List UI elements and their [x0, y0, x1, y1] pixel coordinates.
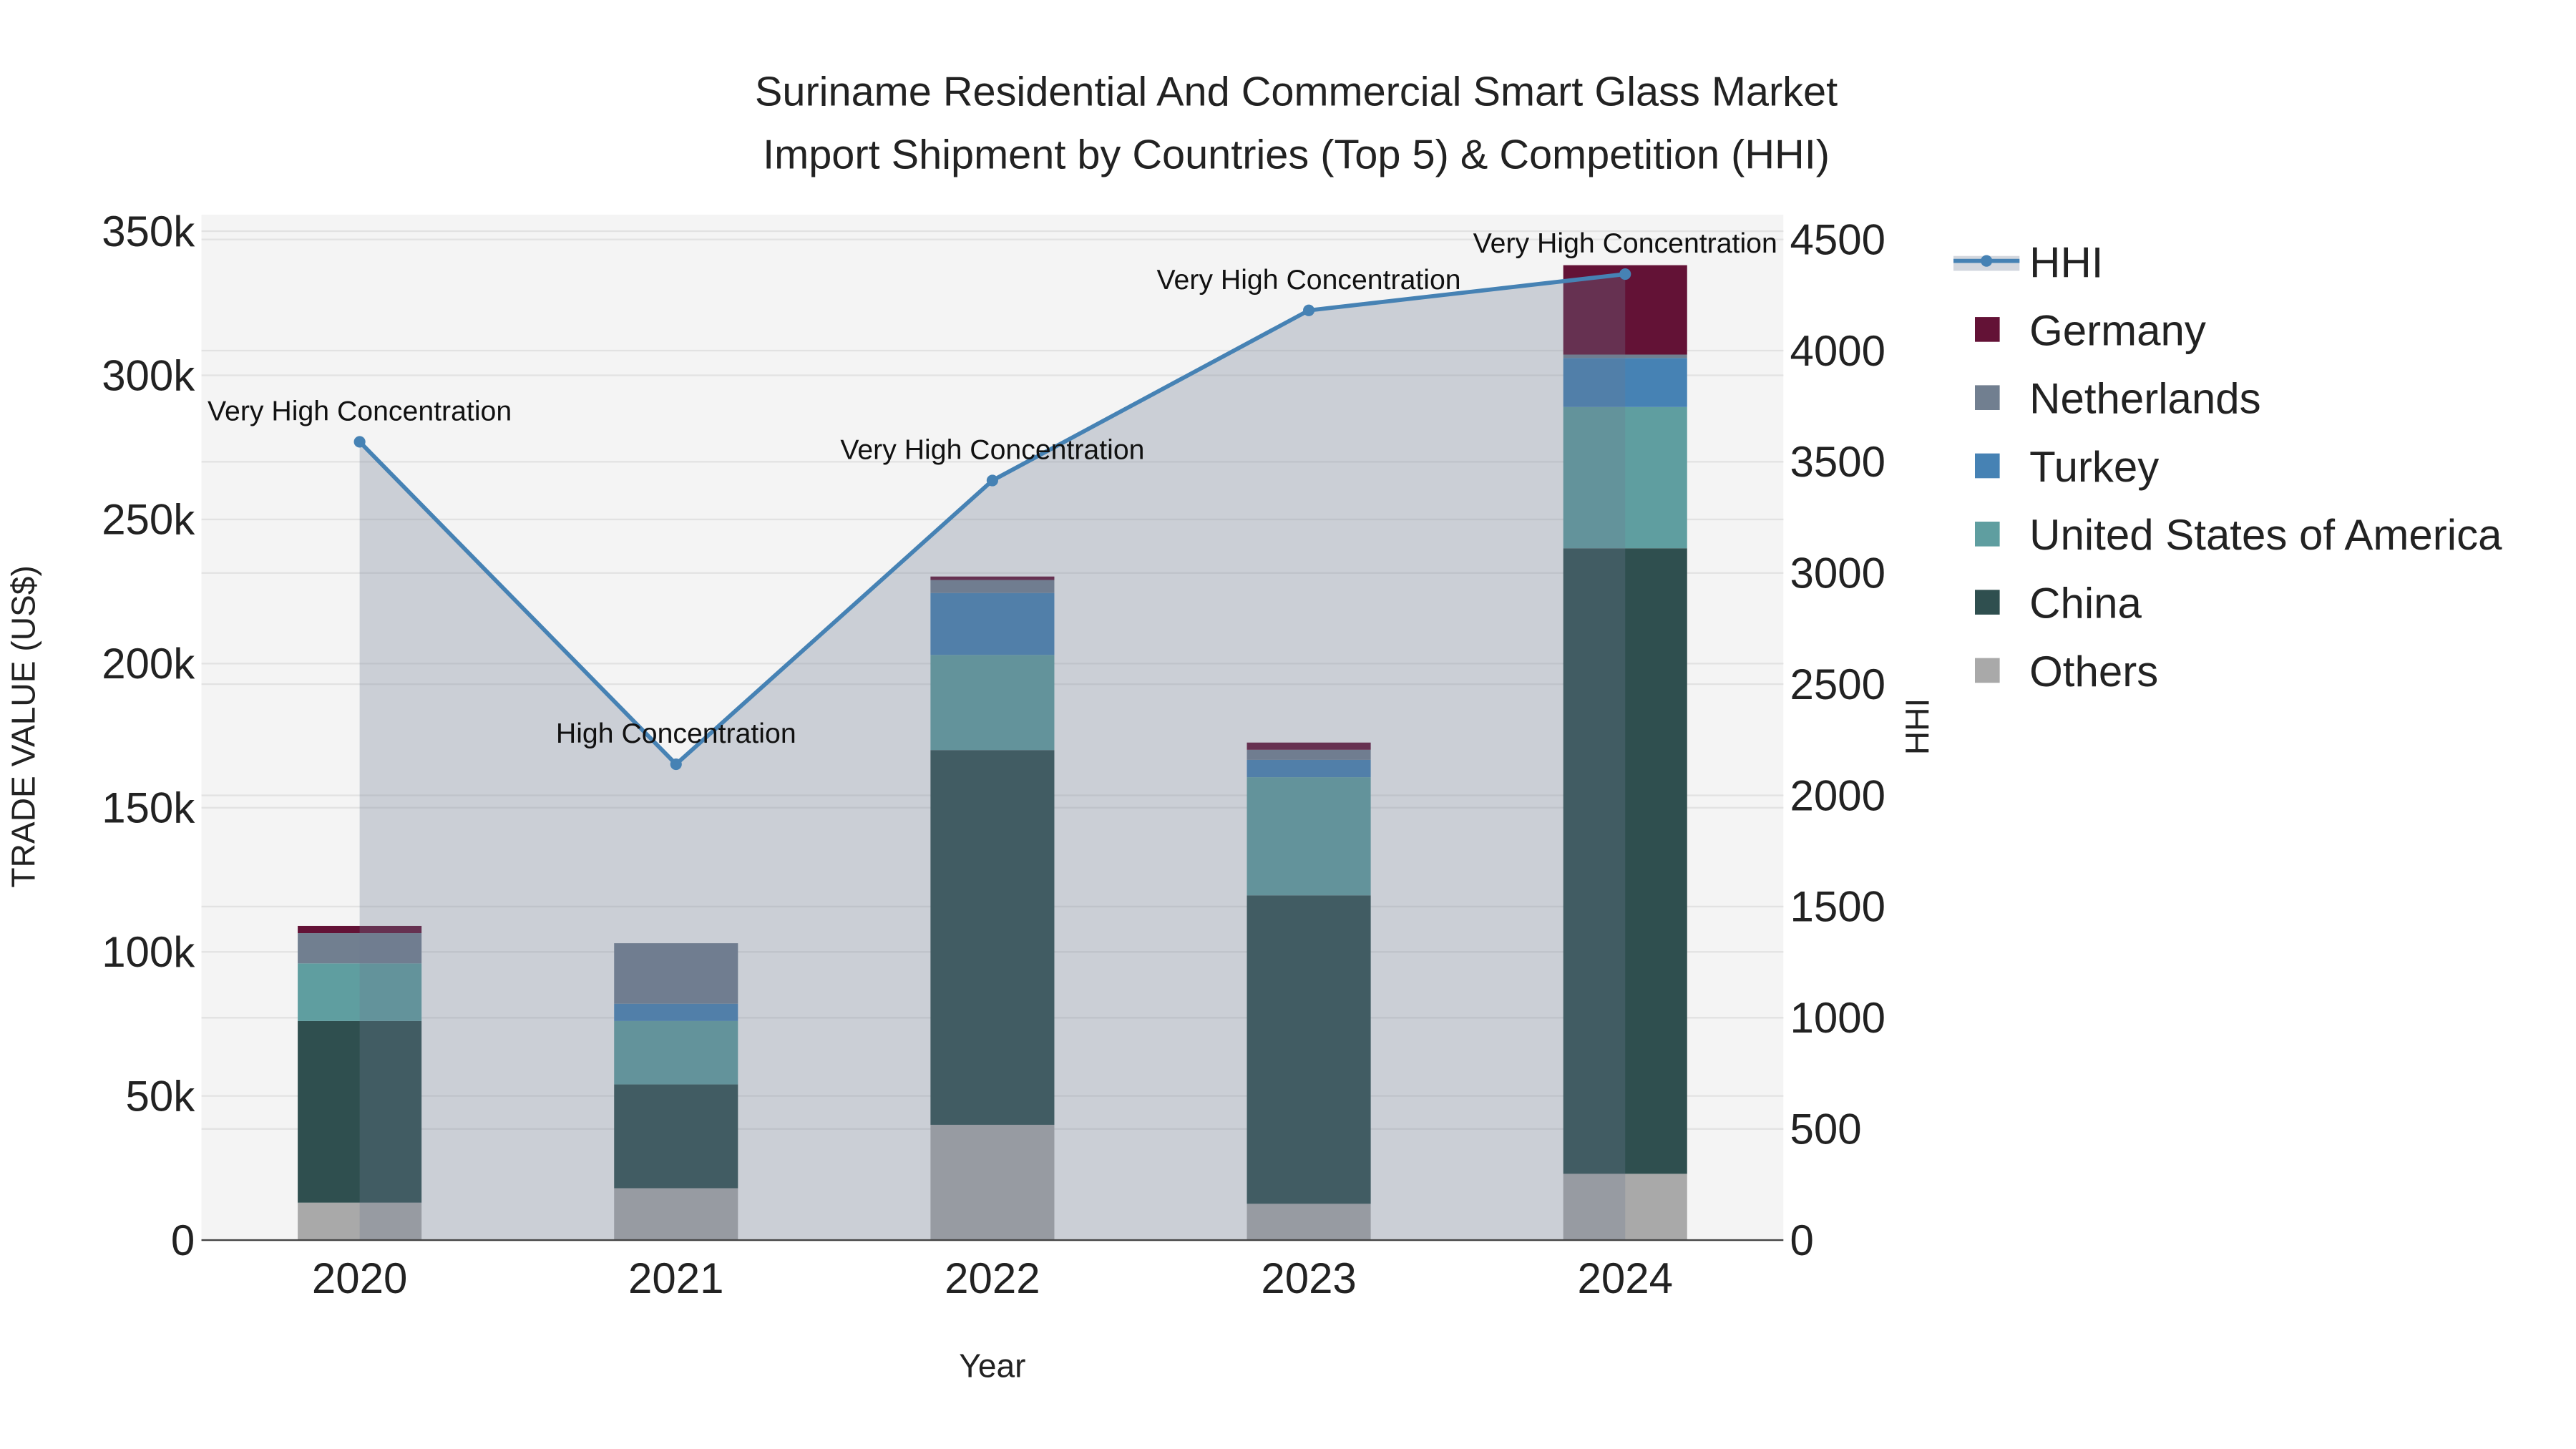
legend-swatch-netherlands — [1975, 385, 2000, 410]
hhi-annotation: Very High Concentration — [1473, 228, 1777, 259]
hhi-point — [670, 758, 682, 771]
y2-axis-title: HHI — [1898, 698, 1936, 755]
legend-swatch-united-states-of-america — [1975, 522, 2000, 547]
y-tick-label: 100k — [102, 928, 195, 976]
hhi-annotation: High Concentration — [556, 718, 796, 749]
legend-label: Turkey — [2029, 443, 2159, 491]
y-tick-label: 0 — [171, 1216, 195, 1264]
hhi-annotation: Very High Concentration — [840, 434, 1144, 465]
legend-label-hhi: HHI — [2029, 239, 2103, 287]
hhi-point — [986, 474, 998, 487]
y2-tick-label: 500 — [1790, 1105, 1862, 1153]
legend-label: United States of America — [2029, 511, 2502, 559]
legend: HHI Germany Netherlands Turkey United States… — [1953, 239, 2502, 696]
legend-swatch-germany — [1975, 317, 2000, 342]
hhi-annotation: Very High Concentration — [208, 395, 512, 426]
legend-label: Netherlands — [2029, 375, 2261, 423]
y-tick-label: 350k — [102, 208, 195, 255]
y-tick-label: 250k — [102, 496, 195, 544]
y2-tick-label: 3500 — [1790, 438, 1885, 486]
y2-tick-label: 4500 — [1790, 215, 1885, 263]
y2-tick-label: 0 — [1790, 1216, 1814, 1264]
x-tick-label: 2024 — [1577, 1254, 1672, 1302]
x-tick-label: 2023 — [1261, 1254, 1356, 1302]
y-tick-label: 150k — [102, 784, 195, 832]
y2-tick-label: 2000 — [1790, 771, 1885, 819]
chart-title-line2: Import Shipment by Countries (Top 5) & C… — [763, 132, 1830, 177]
legend-swatch-china — [1975, 590, 2000, 615]
y2-tick-label: 4000 — [1790, 327, 1885, 375]
hhi-annotation: Very High Concentration — [1157, 264, 1461, 296]
y-tick-label: 50k — [126, 1072, 196, 1120]
x-tick-label: 2021 — [628, 1254, 723, 1302]
y2-tick-label: 3000 — [1790, 550, 1885, 597]
y-tick-label: 300k — [102, 351, 195, 399]
legend-swatch-others — [1975, 658, 2000, 683]
y2-tick-label: 1500 — [1790, 883, 1885, 931]
x-tick-label: 2020 — [312, 1254, 407, 1302]
x-tick-label: 2022 — [945, 1254, 1040, 1302]
legend-label: China — [2029, 580, 2142, 628]
hhi-point — [1619, 268, 1631, 280]
legend-swatch-turkey — [1975, 453, 2000, 479]
y2-tick-label: 1000 — [1790, 994, 1885, 1042]
legend-label: Others — [2029, 648, 2158, 696]
x-axis-title: Year — [959, 1347, 1025, 1385]
chart: Very High Concentration High Concentratio… — [4, 69, 2502, 1385]
hhi-point — [1303, 304, 1315, 316]
y2-tick-label: 2500 — [1790, 660, 1885, 708]
hhi-point — [353, 436, 366, 448]
y-axis-title: TRADE VALUE (US$) — [4, 565, 42, 887]
chart-title-line1: Suriname Residential And Commercial Smar… — [755, 69, 1838, 115]
legend-label: Germany — [2029, 306, 2206, 354]
y-tick-label: 200k — [102, 640, 195, 688]
legend-hhi-marker — [1981, 255, 1993, 267]
